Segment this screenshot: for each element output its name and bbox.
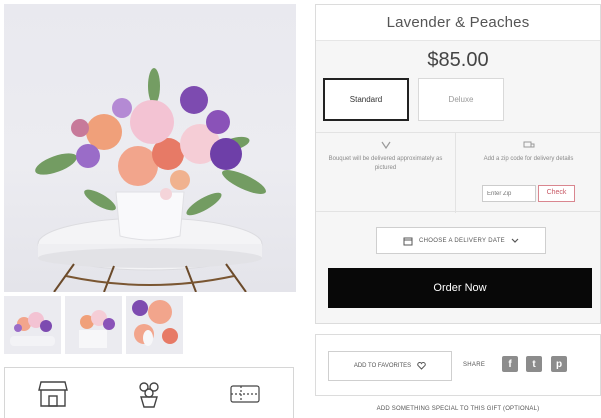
feature-icons [4, 367, 294, 418]
product-options-panel: Lavender & Peaches $85.00 Standard Delux… [315, 4, 601, 324]
favorites-label: ADD TO FAVORITES [353, 363, 412, 369]
choose-delivery-date-button[interactable]: CHOOSE A DELIVERY DATE [376, 227, 546, 254]
share-panel: ADD TO FAVORITES SHARE f t p [315, 334, 601, 396]
check-zip-button[interactable]: Check [538, 185, 575, 202]
zip-input[interactable] [482, 185, 536, 202]
bouquet-note-box: Bouquet will be delivered approximately … [316, 133, 456, 213]
thumbnail-photo [65, 296, 122, 354]
facebook-icon[interactable]: f [502, 356, 518, 372]
bouquet-icon [129, 376, 169, 412]
product-main-image[interactable] [4, 4, 296, 292]
product-title: Lavender & Peaches [316, 5, 600, 41]
thumbnail-1[interactable] [4, 296, 61, 354]
thumbnail-photo [4, 296, 61, 354]
addon-heading: ADD SOMETHING SPECIAL TO THIS GIFT (OPTI… [376, 406, 540, 412]
thumbnail-2[interactable] [65, 296, 122, 354]
size-deluxe-button[interactable]: Deluxe [418, 78, 504, 121]
flower-icon [381, 141, 390, 149]
thumbnail-photo [126, 296, 183, 354]
product-price: $85.00 [427, 49, 489, 71]
add-to-favorites-button[interactable]: ADD TO FAVORITES [328, 351, 452, 381]
pinterest-icon[interactable]: p [551, 356, 567, 372]
flower-arrangement-photo [35, 68, 266, 292]
zip-prompt-text: Add a zip code for delivery details [483, 156, 574, 162]
bouquet-note-text: Bouquet will be delivered approximately … [328, 156, 443, 171]
twitter-icon[interactable]: t [526, 356, 542, 372]
zip-check-box: Add a zip code for delivery details Chec… [456, 133, 601, 213]
storefront-icon [33, 376, 73, 412]
thumbnail-strip [4, 296, 183, 354]
delivery-date-label: CHOOSE A DELIVERY DATE [419, 237, 505, 244]
calendar-icon [403, 237, 413, 245]
thumbnail-3[interactable] [126, 296, 183, 354]
delivery-info-row: Bouquet will be delivered approximately … [316, 132, 601, 213]
truck-icon [523, 141, 534, 148]
zip-row: Check [482, 185, 575, 202]
order-now-button[interactable]: Order Now [328, 268, 592, 308]
gift-card-icon [225, 376, 265, 412]
chevron-down-icon [511, 238, 519, 243]
size-standard-button[interactable]: Standard [323, 78, 409, 121]
share-label: SHARE [463, 362, 486, 368]
heart-icon [417, 362, 426, 370]
